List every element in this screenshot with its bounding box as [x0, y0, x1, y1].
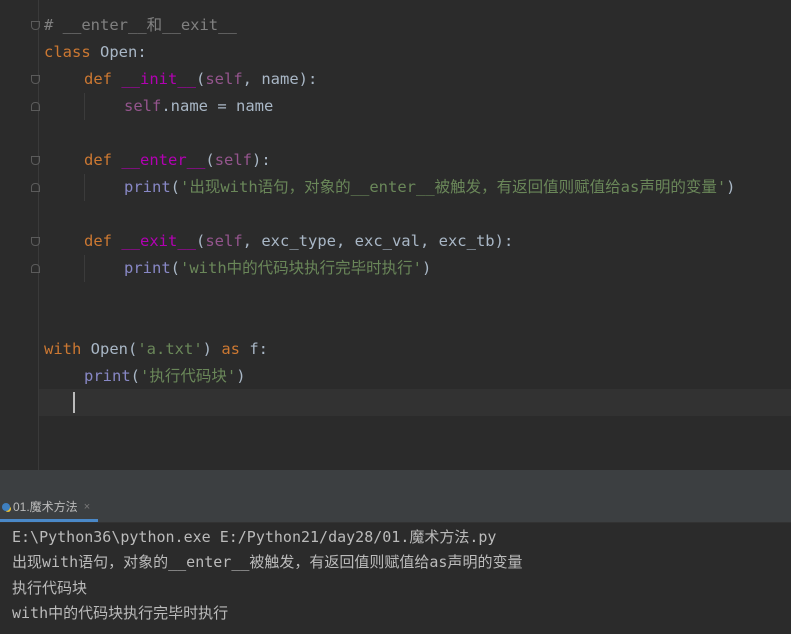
run-console[interactable]: E:\Python36\python.exe E:/Python21/day28…: [0, 523, 791, 634]
console-line: 执行代码块: [12, 579, 88, 597]
code-editor[interactable]: # __enter__和__exit__ class Open: def __i…: [0, 0, 791, 470]
keyword: def: [84, 232, 112, 250]
punctuation: ): [202, 340, 222, 358]
params: , exc_type, exc_val, exc_tb):: [242, 232, 514, 250]
builtin-function: print: [84, 367, 131, 385]
fold-marker-icon[interactable]: [31, 264, 40, 273]
punctuation: ): [726, 178, 736, 196]
fold-marker-icon[interactable]: [31, 156, 40, 165]
run-tool-window-tabs: 01.魔术方法 ×: [0, 494, 791, 523]
self-param: self: [205, 70, 243, 88]
keyword: def: [84, 151, 112, 169]
fold-marker-icon[interactable]: [31, 21, 40, 30]
method-name: __exit__: [121, 232, 196, 250]
text-caret: [73, 392, 75, 413]
code-line[interactable]: with Open('a.txt') as f:: [0, 336, 791, 363]
code-line[interactable]: self.name = name: [0, 93, 791, 120]
code-line[interactable]: def __enter__(self):: [0, 147, 791, 174]
print-statement: print('with中的代码块执行完毕时执行'): [124, 255, 431, 282]
punctuation: (: [196, 232, 206, 250]
punctuation: (: [205, 151, 215, 169]
call-expression: Open(: [81, 340, 138, 358]
keyword: as: [221, 340, 240, 358]
string-literal: 'with中的代码块执行完毕时执行': [180, 259, 423, 277]
panel-divider[interactable]: [0, 470, 791, 494]
class-name: Open: [100, 43, 138, 61]
punctuation: (: [170, 259, 181, 277]
self-param: self: [205, 232, 243, 250]
code-line[interactable]: [0, 282, 791, 309]
fold-marker-icon[interactable]: [31, 75, 40, 84]
code-line[interactable]: [0, 390, 791, 417]
run-tab[interactable]: 01.魔术方法 ×: [0, 494, 99, 522]
run-tab-label: 01.魔术方法: [13, 500, 78, 514]
code-line[interactable]: class Open:: [0, 39, 791, 66]
comment-text: # __enter__和__exit__: [44, 16, 237, 34]
builtin-function: print: [124, 259, 171, 277]
python-icon: [2, 502, 10, 511]
keyword: def: [84, 70, 112, 88]
fold-marker-icon[interactable]: [31, 183, 40, 192]
params: ):: [252, 151, 271, 169]
punctuation: ): [236, 367, 246, 385]
print-statement: print('出现with语句，对象的__enter__被触发，有返回值则赋值给…: [124, 174, 736, 201]
punctuation: (: [130, 367, 141, 385]
string-literal: 'a.txt': [137, 340, 203, 358]
code-line[interactable]: def __exit__(self, exc_type, exc_val, ex…: [0, 228, 791, 255]
code-line[interactable]: print('执行代码块'): [0, 363, 791, 390]
method-name: __enter__: [121, 151, 206, 169]
assignment: .name = name: [161, 97, 274, 115]
fold-marker-icon[interactable]: [31, 237, 40, 246]
self-ref: self: [124, 97, 162, 115]
with-statement: with Open('a.txt') as f:: [44, 336, 268, 363]
method-name: __init__: [121, 70, 196, 88]
code-lines[interactable]: # __enter__和__exit__ class Open: def __i…: [0, 12, 791, 417]
self-param: self: [214, 151, 253, 169]
console-line: with中的代码块执行完毕时执行: [12, 604, 229, 622]
close-icon[interactable]: ×: [84, 501, 90, 513]
console-line: 出现with语句，对象的__enter__被触发，有返回值则赋值给as声明的变量: [12, 553, 523, 571]
keyword: class: [44, 43, 91, 61]
code-line[interactable]: # __enter__和__exit__: [0, 12, 791, 39]
punctuation: (: [170, 178, 181, 196]
keyword: with: [44, 340, 82, 358]
alias: f:: [240, 340, 268, 358]
punctuation: ): [422, 259, 432, 277]
code-line[interactable]: [0, 309, 791, 336]
console-line: E:\Python36\python.exe E:/Python21/day28…: [12, 528, 497, 546]
code-line[interactable]: [0, 201, 791, 228]
class-declaration: class Open:: [44, 39, 147, 66]
string-literal: '执行代码块': [140, 367, 237, 385]
code-line[interactable]: print('with中的代码块执行完毕时执行'): [0, 255, 791, 282]
code-line[interactable]: [0, 120, 791, 147]
code-line[interactable]: def __init__(self, name):: [0, 66, 791, 93]
print-statement: print('执行代码块'): [84, 363, 246, 390]
builtin-function: print: [124, 178, 171, 196]
params: , name):: [242, 70, 318, 88]
method-declaration: def __init__(self, name):: [84, 66, 317, 93]
assignment-statement: self.name = name: [124, 93, 273, 120]
string-literal: '出现with语句，对象的__enter__被触发，有返回值则赋值给as声明的变…: [180, 178, 727, 196]
fold-marker-icon[interactable]: [31, 102, 40, 111]
method-declaration: def __exit__(self, exc_type, exc_val, ex…: [84, 228, 513, 255]
method-declaration: def __enter__(self):: [84, 147, 271, 174]
punctuation: (: [196, 70, 206, 88]
code-line[interactable]: print('出现with语句，对象的__enter__被触发，有返回值则赋值给…: [0, 174, 791, 201]
punctuation: :: [137, 43, 147, 61]
